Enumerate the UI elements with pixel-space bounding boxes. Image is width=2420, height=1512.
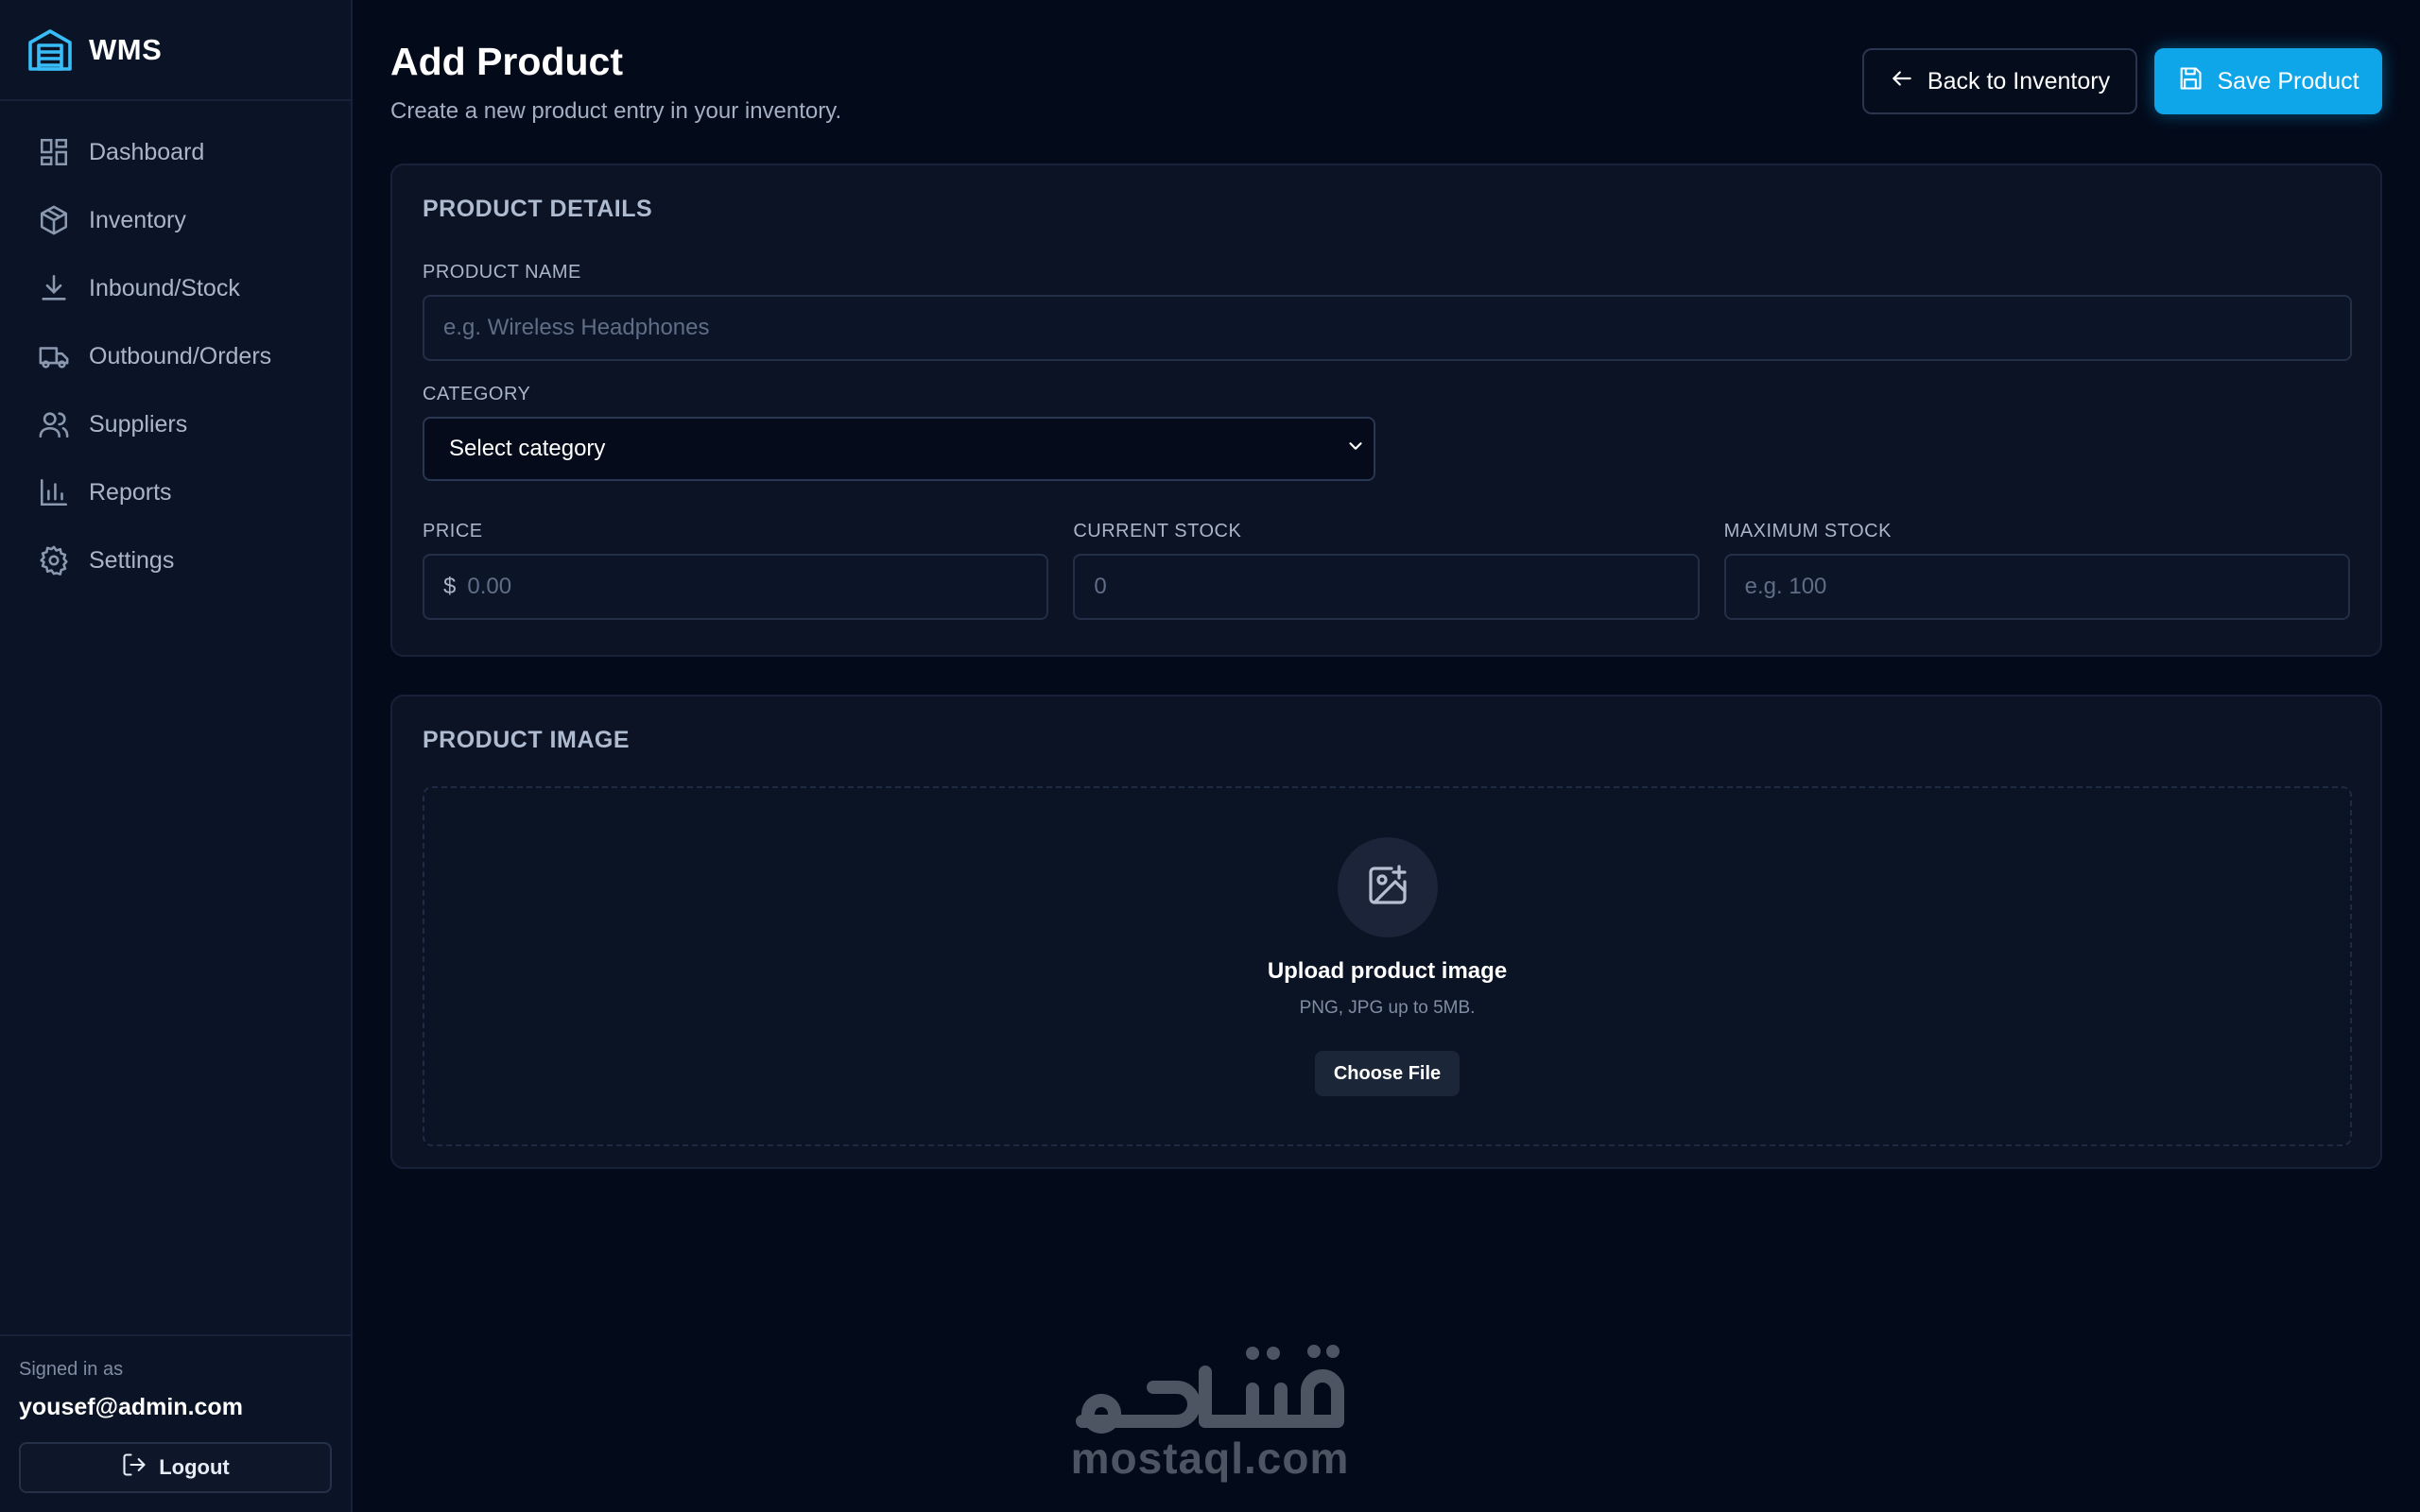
product-name-input[interactable]: e.g. Wireless Headphones	[423, 295, 2352, 361]
maximum-stock-group: MAXIMUM STOCK e.g. 100	[1723, 521, 2350, 620]
product-name-label: PRODUCT NAME	[423, 262, 581, 283]
price-placeholder: 0.00	[467, 574, 512, 599]
sidebar-item-label: Inbound/Stock	[89, 274, 240, 301]
current-stock-label: CURRENT STOCK	[1073, 521, 1242, 541]
sidebar-item-inventory[interactable]: Inventory	[0, 186, 351, 254]
save-button-label: Save Product	[2217, 67, 2360, 94]
currency-prefix: $	[443, 574, 457, 599]
save-product-button[interactable]: Save Product	[2154, 48, 2382, 114]
price-group: PRICE $ 0.00	[423, 521, 1049, 620]
watermark-text: mostaql.com	[1070, 1434, 1350, 1483]
chevron-down-icon	[1345, 436, 1366, 463]
download-icon	[38, 272, 70, 304]
gear-icon	[38, 544, 70, 576]
category-group: CATEGORY Select category	[423, 384, 2350, 481]
product-name-group: PRODUCT NAME e.g. Wireless Headphones	[423, 262, 2352, 361]
category-selected-value: Select category	[449, 436, 606, 461]
truck-icon	[38, 340, 70, 372]
back-to-inventory-button[interactable]: Back to Inventory	[1862, 48, 2137, 114]
maximum-stock-label: MAXIMUM STOCK	[1723, 521, 1892, 541]
user-panel: Signed in as yousef@admin.com Logout	[0, 1334, 351, 1512]
sidebar-item-label: Inventory	[89, 206, 186, 233]
category-select[interactable]: Select category	[423, 417, 1375, 481]
product-details-card: PRODUCT DETAILS PRODUCT NAME e.g. Wirele…	[390, 163, 2382, 657]
sidebar-nav: Dashboard Inventory Inbound/Stock Outbou…	[0, 101, 351, 1334]
sidebar-item-outbound[interactable]: Outbound/Orders	[0, 322, 351, 390]
box-icon	[38, 204, 70, 236]
product-image-card: PRODUCT IMAGE Upload product image PNG, …	[390, 695, 2382, 1169]
warehouse-logo-icon	[26, 26, 74, 74]
mostaql-logo-icon	[1076, 1345, 1344, 1434]
upload-hint: PNG, JPG up to 5MB.	[1299, 998, 1476, 1018]
product-details-title: PRODUCT DETAILS	[423, 196, 653, 222]
sidebar-item-label: Outbound/Orders	[89, 342, 272, 369]
page-title: Add Product	[390, 40, 623, 83]
current-stock-group: CURRENT STOCK 0	[1073, 521, 1700, 620]
page-subtitle: Create a new product entry in your inven…	[390, 98, 842, 124]
logout-button[interactable]: Logout	[19, 1442, 332, 1493]
current-stock-placeholder: 0	[1094, 574, 1107, 599]
sidebar-item-reports[interactable]: Reports	[0, 458, 351, 526]
sidebar-item-label: Suppliers	[89, 410, 188, 438]
brand[interactable]: WMS	[0, 0, 351, 101]
main-content: Add Product Create a new product entry i…	[353, 0, 2420, 1512]
maximum-stock-input[interactable]: e.g. 100	[1723, 554, 2350, 620]
image-dropzone[interactable]: Upload product image PNG, JPG up to 5MB.…	[423, 786, 2352, 1146]
back-button-label: Back to Inventory	[1927, 67, 2111, 94]
maximum-stock-placeholder: e.g. 100	[1744, 574, 1827, 599]
dashboard-icon	[38, 136, 70, 168]
sidebar-item-label: Reports	[89, 478, 172, 506]
save-icon	[2177, 65, 2217, 98]
brand-name: WMS	[89, 32, 163, 66]
user-email: yousef@admin.com	[19, 1394, 243, 1420]
price-input[interactable]: $ 0.00	[423, 554, 1049, 620]
upload-icon-wrapper	[1337, 837, 1438, 937]
category-label: CATEGORY	[423, 384, 531, 404]
sidebar-item-dashboard[interactable]: Dashboard	[0, 118, 351, 186]
price-label: PRICE	[423, 521, 483, 541]
sidebar: WMS Dashboard Inventory Inbound/Stock Ou…	[0, 0, 353, 1512]
bar-chart-icon	[38, 476, 70, 508]
sidebar-item-label: Dashboard	[89, 138, 205, 165]
mostaql-watermark: mostaql.com	[1063, 1334, 1357, 1486]
image-plus-icon	[1365, 863, 1410, 913]
app-root: WMS Dashboard Inventory Inbound/Stock Ou…	[0, 0, 2420, 1512]
sidebar-item-suppliers[interactable]: Suppliers	[0, 390, 351, 458]
arrow-left-icon	[1890, 66, 1927, 97]
page-header: Add Product Create a new product entry i…	[390, 0, 2382, 163]
signed-in-label: Signed in as	[19, 1359, 124, 1380]
logout-label: Logout	[159, 1455, 230, 1479]
logout-icon	[121, 1452, 159, 1484]
sidebar-item-inbound[interactable]: Inbound/Stock	[0, 254, 351, 322]
sidebar-item-label: Settings	[89, 546, 175, 574]
upload-title: Upload product image	[1267, 958, 1508, 984]
sidebar-item-settings[interactable]: Settings	[0, 526, 351, 594]
current-stock-input[interactable]: 0	[1073, 554, 1700, 620]
choose-file-button[interactable]: Choose File	[1314, 1051, 1461, 1096]
users-icon	[38, 408, 70, 440]
product-name-placeholder: e.g. Wireless Headphones	[443, 315, 710, 340]
product-image-title: PRODUCT IMAGE	[423, 727, 630, 753]
price-stock-row: PRICE $ 0.00 CURRENT STOCK 0 MAXIMUM STO…	[423, 521, 2350, 620]
